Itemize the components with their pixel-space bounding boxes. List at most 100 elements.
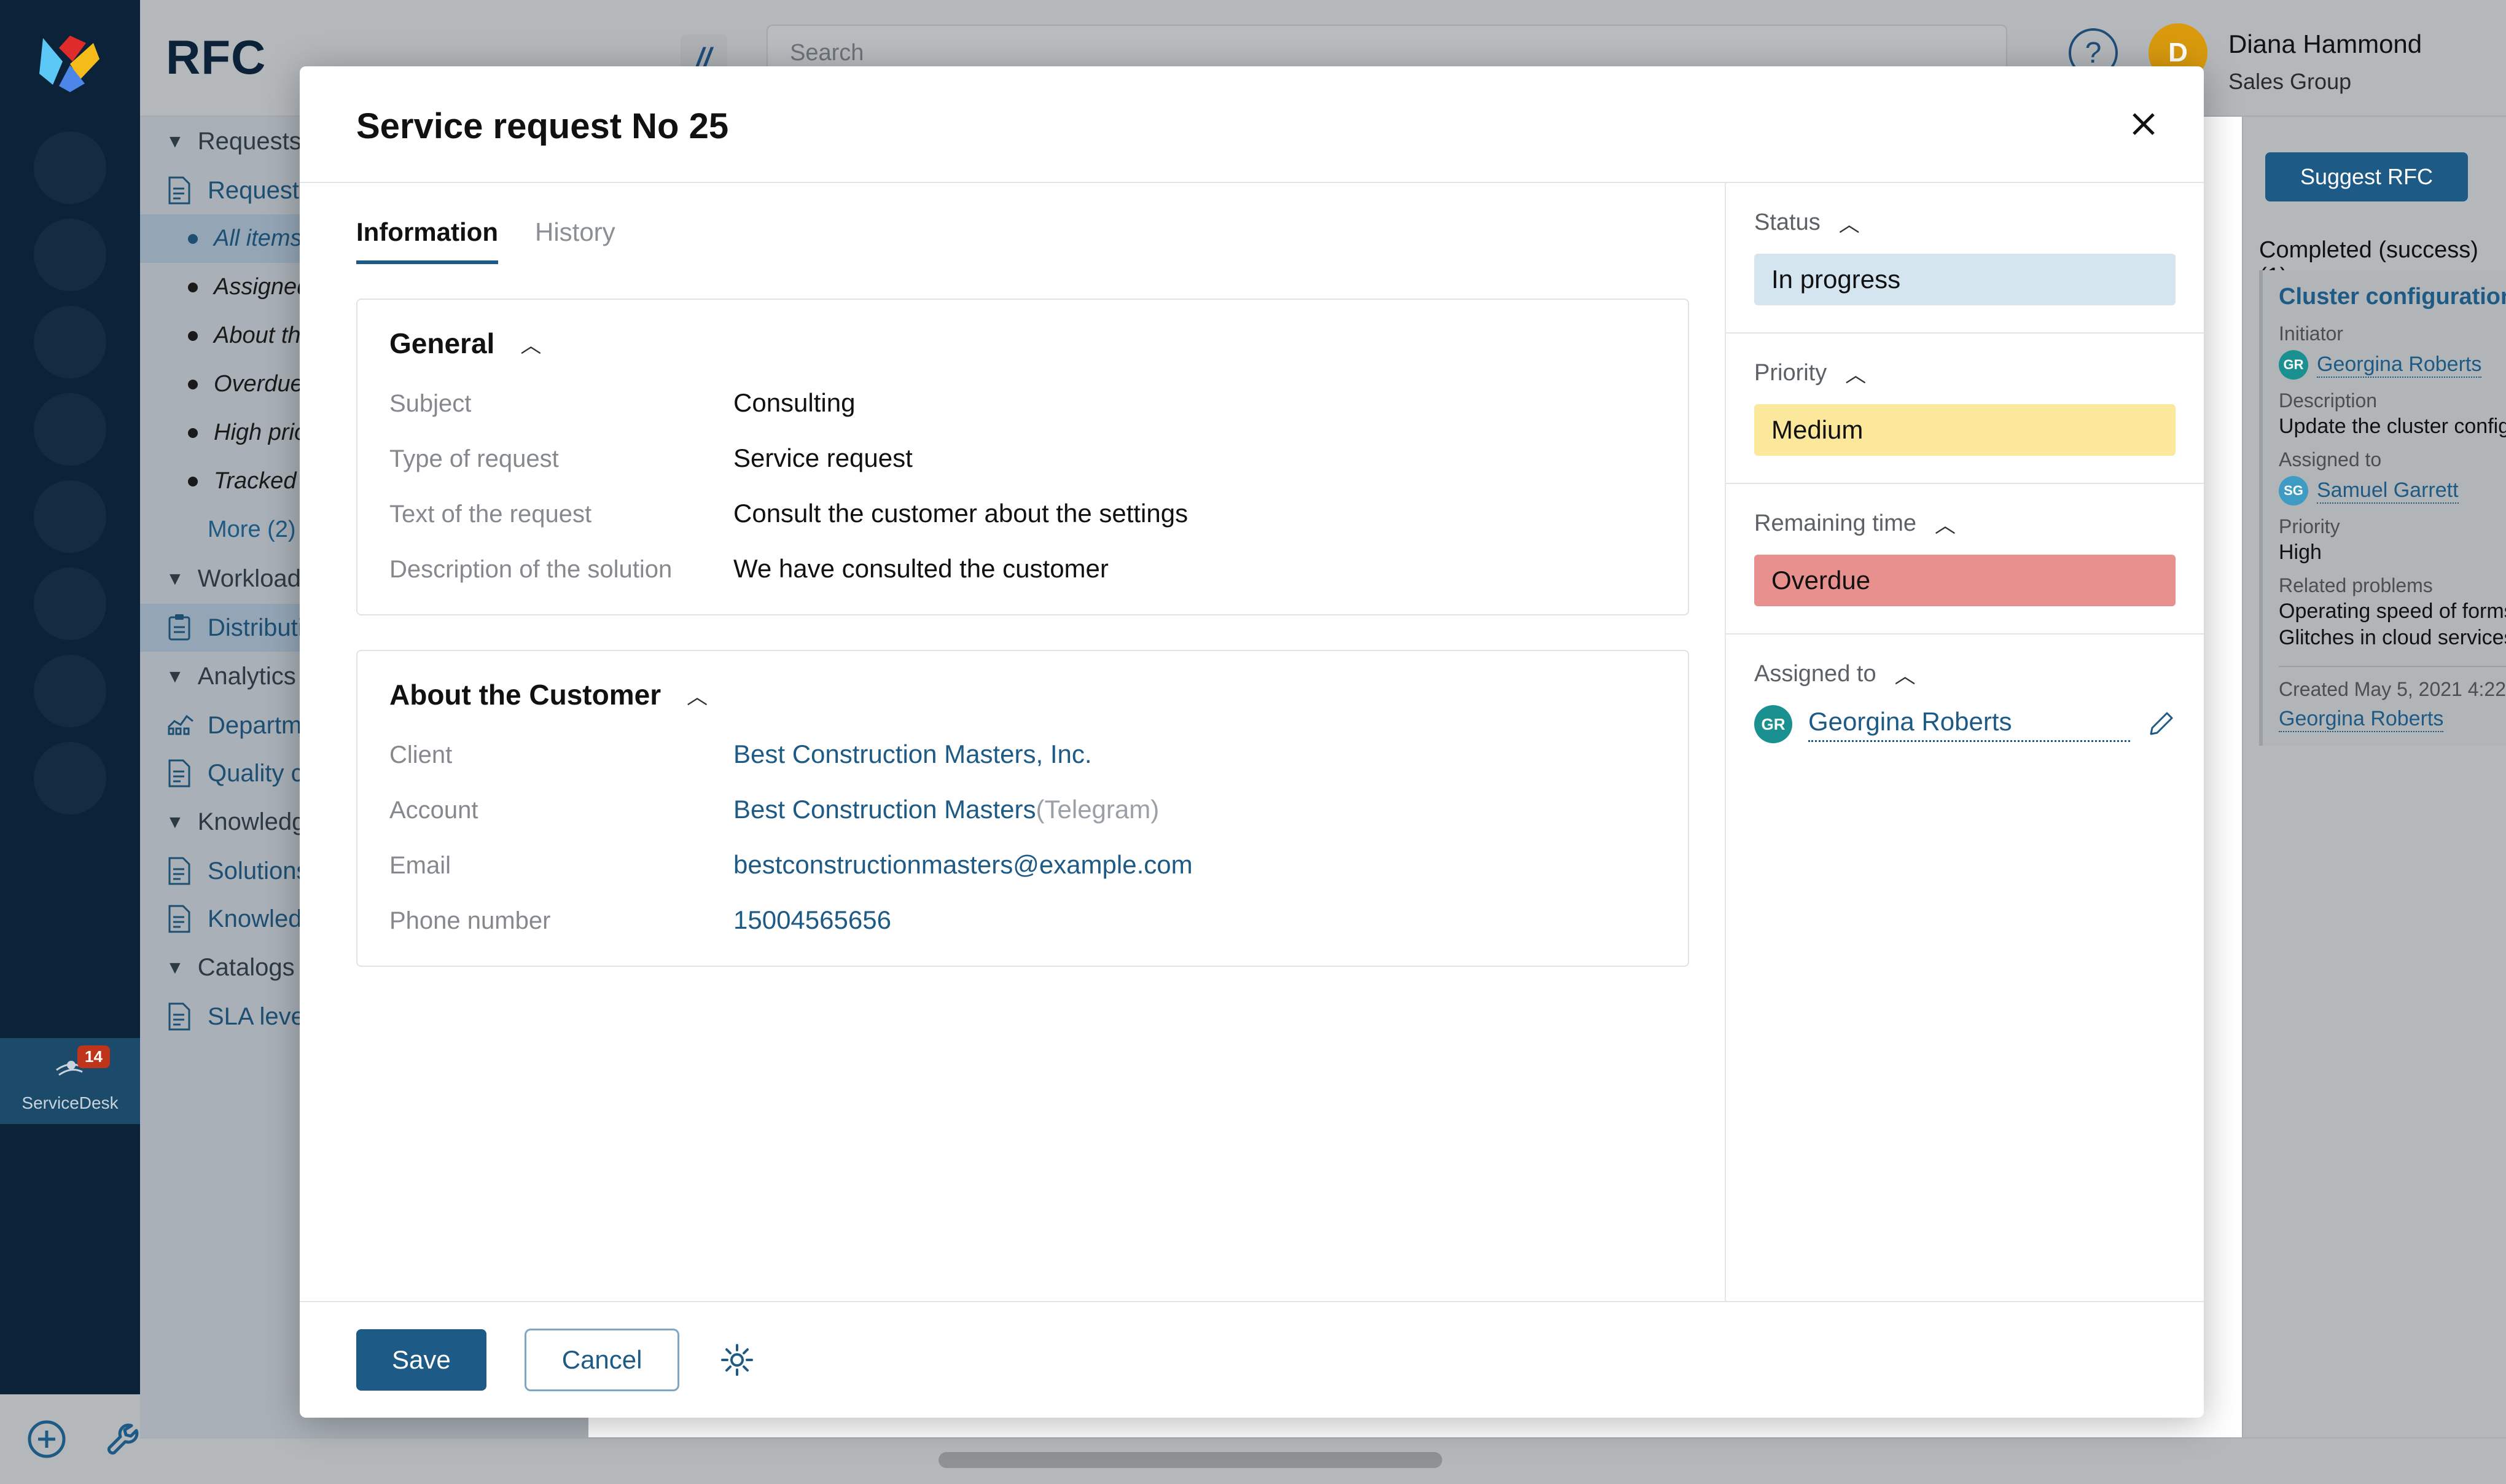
sidebar-group-label: Requests	[197, 128, 302, 155]
chevron-up-icon[interactable]: ︿	[1839, 208, 1860, 238]
modal-body: Information History General ︿ Subject Co…	[300, 183, 2204, 1301]
assigned-to-header[interactable]: Assigned to ︿	[1754, 659, 2176, 689]
sidebar-group-label: Catalogs	[197, 954, 295, 981]
rail-item[interactable]	[34, 480, 106, 553]
x-logo-icon	[39, 36, 100, 92]
assigned-to-label: Assigned to	[1754, 661, 1876, 687]
save-button[interactable]: Save	[356, 1329, 486, 1391]
rail-item[interactable]	[34, 742, 106, 814]
field-value: Consult the customer about the settings	[733, 499, 1189, 528]
document-icon	[167, 1002, 192, 1031]
rfc-description-label: Description	[2279, 389, 2378, 412]
servicedesk-badge: 14	[77, 1045, 110, 1068]
rfc-assignee-name[interactable]: Samuel Garrett	[2317, 478, 2459, 504]
rfc-card[interactable]: Cluster configuration update Initiator G…	[2259, 270, 2506, 746]
status-block: Status ︿ In progress	[1726, 183, 2204, 334]
rfc-priority-label: Priority	[2279, 515, 2340, 537]
status-header[interactable]: Status ︿	[1754, 208, 2176, 238]
wrench-icon[interactable]	[100, 1417, 144, 1461]
rail-item[interactable]	[34, 655, 106, 727]
divider	[2279, 666, 2506, 667]
field-row: Text of the request Consult the customer…	[389, 499, 1656, 528]
field-label: Email	[389, 852, 451, 879]
plus-circle-icon[interactable]	[25, 1417, 69, 1461]
rfc-initiator[interactable]: GR Georgina Roberts	[2279, 350, 2506, 380]
rfc-assigned-label: Assigned to	[2279, 448, 2382, 471]
document-icon	[167, 176, 192, 205]
close-icon[interactable]	[2120, 101, 2167, 147]
field-row: Phone number 15004565656	[389, 905, 1656, 935]
remaining-time-block: Remaining time ︿ Overdue	[1726, 484, 2204, 635]
scrollbar-thumb[interactable]	[939, 1452, 1442, 1468]
document-icon	[167, 905, 192, 933]
priority-header[interactable]: Priority ︿	[1754, 358, 2176, 388]
field-value: Consulting	[733, 388, 856, 417]
section-header[interactable]: About the Customer ︿	[389, 678, 1656, 711]
rfc-related-item: Operating speed of forms	[2279, 599, 2506, 623]
rail-item-servicedesk[interactable]: 14 ServiceDesk	[0, 1038, 140, 1124]
section-title: About the Customer	[389, 679, 662, 711]
suggest-rfc-button[interactable]: Suggest RFC	[2265, 152, 2468, 201]
section-header[interactable]: General ︿	[389, 327, 1656, 360]
field-label: Description of the solution	[389, 556, 673, 583]
caret-down-icon: ▼	[166, 957, 184, 978]
modal-footer: Save Cancel	[300, 1301, 2204, 1418]
assignee-name-link[interactable]: Georgina Roberts	[1808, 707, 2130, 742]
field-value-suffix: (Telegram)	[1036, 795, 1160, 824]
user-group: Sales Group	[2228, 69, 2352, 94]
sidebar-group-label: Analytics	[197, 663, 296, 690]
caret-down-icon: ▼	[166, 131, 184, 152]
field-value-link[interactable]: 15004565656	[733, 905, 891, 935]
assignee-row: GR Georgina Roberts	[1754, 705, 2176, 743]
tab-information[interactable]: Information	[356, 217, 498, 264]
rail-item[interactable]	[34, 306, 106, 378]
document-icon	[167, 857, 192, 885]
rfc-created-by[interactable]: Georgina Roberts	[2279, 707, 2444, 732]
field-row: Account Best Construction Masters (Teleg…	[389, 795, 1656, 824]
chevron-up-icon[interactable]: ︿	[687, 680, 708, 710]
rail-item[interactable]	[34, 131, 106, 204]
remaining-time-badge[interactable]: Overdue	[1754, 555, 2176, 606]
field-row: Email bestconstructionmasters@example.co…	[389, 850, 1656, 880]
remaining-time-header[interactable]: Remaining time ︿	[1754, 509, 2176, 539]
chevron-up-icon[interactable]: ︿	[1845, 358, 1866, 388]
horizontal-scrollbar[interactable]	[140, 1437, 2506, 1484]
rfc-assignee[interactable]: SG Samuel Garrett	[2279, 476, 2506, 506]
field-value-link[interactable]: Best Construction Masters, Inc.	[733, 740, 1092, 769]
rfc-card-title[interactable]: Cluster configuration update	[2279, 284, 2506, 310]
priority-label: Priority	[1754, 360, 1827, 386]
rail-item[interactable]	[34, 393, 106, 466]
field-row: Client Best Construction Masters, Inc.	[389, 740, 1656, 769]
remaining-time-label: Remaining time	[1754, 510, 1916, 536]
sidebar-item-label: Requests	[208, 176, 311, 204]
chevron-up-icon[interactable]: ︿	[1935, 509, 1956, 539]
service-request-modal: Service request No 25 Information Histor…	[300, 66, 2204, 1418]
chevron-up-icon[interactable]: ︿	[1895, 659, 1916, 689]
field-label: Account	[389, 797, 478, 824]
priority-badge[interactable]: Medium	[1754, 404, 2176, 456]
field-value-link[interactable]: bestconstructionmasters@example.com	[733, 850, 1193, 880]
section-general: General ︿ Subject Consulting Type of req…	[356, 299, 1689, 615]
rfc-priority-value: High	[2279, 541, 2322, 564]
bullet-icon	[188, 330, 198, 341]
status-badge[interactable]: In progress	[1754, 254, 2176, 305]
field-label: Subject	[389, 390, 472, 417]
field-value-link[interactable]: Best Construction Masters	[733, 795, 1036, 824]
gear-icon[interactable]	[717, 1340, 757, 1380]
rfc-initiator-label: Initiator	[2279, 322, 2343, 345]
field-row: Subject Consulting	[389, 388, 1656, 418]
cancel-button[interactable]: Cancel	[524, 1329, 680, 1391]
user-name: Diana Hammond	[2228, 29, 2422, 58]
rail-item[interactable]	[34, 568, 106, 640]
rfc-initiator-name[interactable]: Georgina Roberts	[2317, 353, 2482, 378]
rail-item[interactable]	[34, 219, 106, 291]
pencil-icon[interactable]	[2146, 709, 2176, 739]
field-value: We have consulted the customer	[733, 554, 1109, 583]
chart-icon	[167, 711, 193, 740]
chevron-up-icon[interactable]: ︿	[520, 329, 541, 359]
tab-history[interactable]: History	[535, 217, 615, 264]
field-row: Type of request Service request	[389, 443, 1656, 473]
field-row: Description of the solution We have cons…	[389, 554, 1656, 584]
rfc-related-item: Glitches in cloud services	[2279, 626, 2506, 649]
caret-down-icon: ▼	[166, 811, 184, 832]
